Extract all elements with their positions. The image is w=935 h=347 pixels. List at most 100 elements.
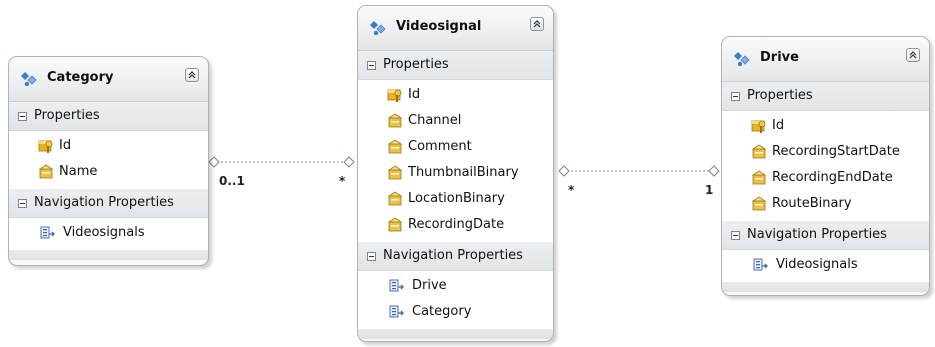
collapse-button[interactable] — [530, 17, 544, 31]
section-title: Navigation Properties — [383, 248, 523, 263]
key-property-item[interactable]: Id — [722, 113, 929, 139]
property-icon — [387, 217, 403, 232]
property-icon — [387, 113, 403, 129]
collapse-section-icon[interactable] — [731, 92, 740, 101]
entity-drive[interactable]: Drive Properties Id RecordingStartDate Recor… — [721, 36, 930, 296]
key-property-item[interactable]: Id — [9, 133, 208, 159]
association-end-diamond-icon — [343, 156, 355, 168]
entity-header[interactable]: Category — [9, 57, 208, 102]
navigation-properties-section: Navigation Properties Drive Category — [358, 242, 553, 329]
entity-icon — [734, 52, 750, 67]
navigation-property-item[interactable]: Videosignals — [722, 252, 929, 278]
properties-header[interactable]: Properties — [722, 82, 929, 111]
collapse-section-icon[interactable] — [731, 231, 740, 240]
navigation-property-item[interactable]: Drive — [358, 273, 553, 299]
property-icon — [387, 165, 403, 181]
entity-icon — [732, 50, 752, 68]
property-icon — [387, 165, 403, 180]
navigation-property-icon — [40, 226, 55, 239]
key-property-icon — [751, 118, 767, 134]
collapse-button[interactable] — [185, 68, 199, 82]
entity-title: Drive — [760, 50, 799, 65]
multiplicity-label: * — [568, 183, 575, 197]
property-item[interactable]: LocationBinary — [358, 186, 553, 212]
entity-videosignal[interactable]: Videosignal Properties Id Channel Comment Thu… — [357, 5, 554, 342]
property-icon — [751, 170, 767, 185]
navigation-property-icon — [389, 278, 405, 294]
navigation-property-icon — [753, 257, 769, 273]
property-item[interactable]: RecordingStartDate — [722, 139, 929, 165]
property-item[interactable]: Channel — [358, 108, 553, 134]
property-item[interactable]: RecordingEndDate — [722, 165, 929, 191]
property-name: Comment — [408, 139, 472, 154]
navigation-properties-section: Navigation Properties Videosignals — [722, 221, 929, 282]
property-item[interactable]: Comment — [358, 134, 553, 160]
entity-header[interactable]: Videosignal — [358, 6, 553, 51]
property-icon — [38, 164, 54, 179]
multiplicity-label: 1 — [705, 183, 714, 197]
entity-category[interactable]: Category Properties Id Name Navigation Prope… — [8, 56, 209, 266]
properties-header[interactable]: Properties — [358, 51, 553, 80]
key-property-icon — [751, 120, 766, 133]
entity-footer — [358, 329, 553, 339]
navigation-property-list: Videosignals — [9, 218, 208, 250]
navigation-property-item[interactable]: Category — [358, 299, 553, 325]
property-item[interactable]: Name — [9, 159, 208, 185]
key-property-icon — [38, 140, 53, 153]
collapse-chevron-icon — [188, 71, 196, 79]
association-end-diamond-icon — [708, 165, 720, 177]
section-title: Properties — [34, 108, 100, 123]
collapse-chevron-icon — [909, 51, 917, 59]
property-name: Id — [59, 138, 72, 153]
collapse-section-icon[interactable] — [18, 112, 27, 121]
navigation-properties-header[interactable]: Navigation Properties — [358, 242, 553, 271]
property-icon — [751, 170, 767, 186]
navigation-properties-header[interactable]: Navigation Properties — [9, 189, 208, 218]
property-icon — [387, 217, 403, 233]
navigation-properties-section: Navigation Properties Videosignals — [9, 189, 208, 250]
property-icon — [387, 139, 403, 155]
property-name: Id — [772, 118, 785, 133]
key-property-item[interactable]: Id — [358, 82, 553, 108]
property-name: RouteBinary — [772, 196, 852, 211]
property-list: Id RecordingStartDate RecordingEndDate Rout… — [722, 111, 929, 221]
section-title: Properties — [747, 88, 813, 103]
entity-footer — [9, 250, 208, 260]
collapse-section-icon[interactable] — [367, 61, 376, 70]
property-name: Channel — [408, 113, 462, 128]
section-title: Navigation Properties — [747, 227, 887, 242]
navigation-property-name: Videosignals — [63, 225, 145, 240]
association-end-diamond-icon — [558, 165, 570, 177]
collapse-button[interactable] — [906, 48, 920, 62]
properties-section: Properties Id Channel Comment ThumbnailBinar… — [358, 51, 553, 242]
section-title: Properties — [383, 57, 449, 72]
key-property-icon — [387, 87, 403, 103]
properties-section: Properties Id RecordingStartDate RecordingE… — [722, 82, 929, 221]
entity-header[interactable]: Drive — [722, 37, 929, 82]
navigation-properties-header[interactable]: Navigation Properties — [722, 221, 929, 250]
navigation-property-item[interactable]: Videosignals — [9, 220, 208, 246]
properties-header[interactable]: Properties — [9, 102, 208, 131]
entity-title: Videosignal — [396, 19, 482, 34]
property-icon — [751, 196, 767, 212]
property-name: ThumbnailBinary — [408, 165, 519, 180]
property-item[interactable]: RecordingDate — [358, 212, 553, 238]
property-name: Name — [59, 164, 98, 179]
collapse-section-icon[interactable] — [18, 199, 27, 208]
navigation-property-list: Drive Category — [358, 271, 553, 329]
property-item[interactable]: RouteBinary — [722, 191, 929, 217]
collapse-section-icon[interactable] — [367, 252, 376, 261]
key-property-icon — [38, 138, 54, 154]
entity-icon — [368, 19, 388, 37]
property-name: Id — [408, 87, 421, 102]
entity-footer — [722, 282, 929, 292]
navigation-property-icon — [389, 304, 405, 320]
navigation-property-name: Videosignals — [776, 257, 858, 272]
property-icon — [387, 139, 403, 154]
navigation-property-icon — [40, 225, 56, 241]
property-icon — [38, 164, 54, 180]
property-name: RecordingEndDate — [772, 170, 893, 185]
property-item[interactable]: ThumbnailBinary — [358, 160, 553, 186]
navigation-property-icon — [389, 305, 404, 318]
section-title: Navigation Properties — [34, 195, 174, 210]
